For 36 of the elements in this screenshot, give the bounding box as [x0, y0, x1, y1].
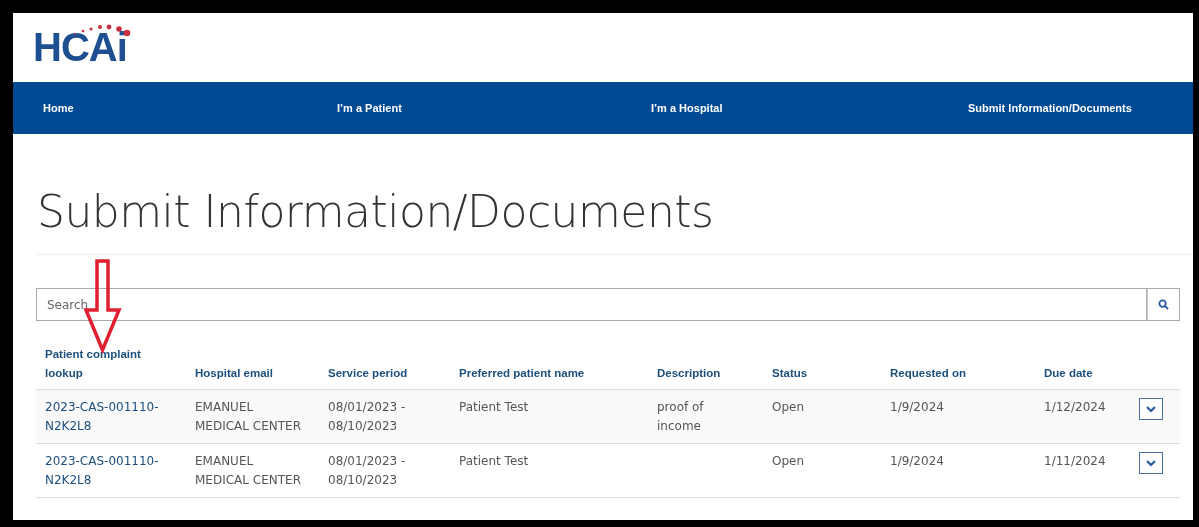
column-header[interactable]: Status: [763, 364, 881, 383]
table-cell-text: 1/9/2024: [889, 453, 945, 470]
table-cell-text: 1/11/2024: [1043, 453, 1107, 470]
column-header[interactable]: Patient complaint lookup: [36, 345, 186, 383]
nav-link[interactable]: Submit Information/Documents: [968, 102, 1193, 114]
column-header[interactable]: Description: [648, 364, 763, 383]
chevron-down-icon: [1146, 405, 1156, 413]
table-cell-text: 1/12/2024: [1043, 399, 1107, 416]
table-cell-text: 08/01/2023 - 08/10/2023: [327, 453, 407, 489]
table-cell-text: EMANUEL MEDICAL CENTER: [194, 453, 302, 489]
nav-link[interactable]: I’m a Patient: [337, 102, 651, 114]
table-cell-text: EMANUEL MEDICAL CENTER: [194, 399, 302, 435]
page-title: Submit Information/Documents: [37, 186, 715, 237]
table-cell-text: Open: [771, 453, 806, 470]
search-icon: [1158, 299, 1169, 310]
column-header[interactable]: Hospital email: [186, 364, 319, 383]
chevron-down-icon: [1146, 459, 1156, 467]
logo[interactable]: HCAi: [33, 25, 127, 70]
table-cell-text: Patient Test: [458, 399, 530, 416]
table-cell-text: 08/01/2023 - 08/10/2023: [327, 399, 407, 435]
table-cell-text: proof of income: [656, 399, 705, 435]
column-header[interactable]: Service period: [319, 364, 450, 383]
nav-link[interactable]: I’m a Hospital: [651, 102, 968, 114]
search-button[interactable]: [1147, 288, 1180, 321]
complaint-link[interactable]: 2023-CAS-001110-N2K2L8: [36, 452, 186, 490]
expand-button[interactable]: [1139, 452, 1163, 474]
column-header[interactable]: Requested on: [881, 364, 1035, 383]
complaint-link[interactable]: 2023-CAS-001110-N2K2L8: [36, 398, 186, 436]
search-field[interactable]: Search: [36, 288, 1147, 321]
column-header[interactable]: Preferred patient name: [450, 364, 648, 383]
table-cell-text: Patient Test: [458, 453, 530, 470]
column-header[interactable]: Due date: [1035, 364, 1131, 383]
table-cell-text: Open: [771, 399, 806, 416]
expand-button[interactable]: [1139, 398, 1163, 420]
nav-link[interactable]: Home: [43, 102, 337, 114]
table-cell-text: 1/9/2024: [889, 399, 945, 416]
